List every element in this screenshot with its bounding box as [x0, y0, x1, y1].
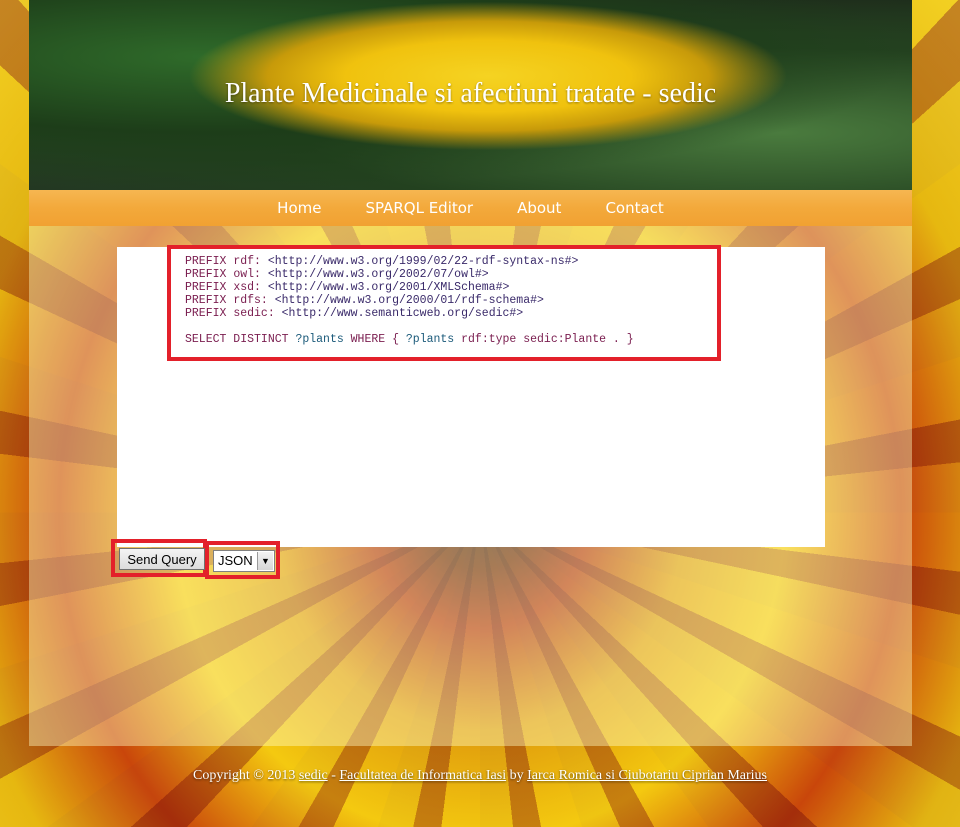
sparql-editor[interactable]: PREFIX rdf: <http://www.w3.org/1999/02/2… [117, 245, 825, 547]
prefix-line: PREFIX rdfs: <http://www.w3.org/2000/01/… [185, 294, 544, 307]
prefix-line: PREFIX owl: <http://www.w3.org/2002/07/o… [185, 268, 489, 281]
main-content: PREFIX rdf: <http://www.w3.org/1999/02/2… [29, 226, 912, 746]
footer: Copyright © 2013 sedic - Facultatea de I… [0, 768, 960, 784]
footer-by: by [509, 768, 524, 783]
footer-link-authors[interactable]: Iarca Romica si Ciubotariu Ciprian Mariu… [527, 768, 767, 783]
site-title: Plante Medicinale si afectiuni tratate -… [224, 78, 717, 109]
nav-sparql-editor[interactable]: SPARQL Editor [343, 190, 495, 226]
prefix-line: PREFIX rdf: <http://www.w3.org/1999/02/2… [185, 255, 579, 268]
nav-contact[interactable]: Contact [583, 190, 685, 226]
footer-copyright: Copyright © 2013 [193, 768, 296, 783]
prefix-line: PREFIX sedic: <http://www.semanticweb.or… [185, 307, 524, 320]
chevron-down-icon[interactable]: ▼ [257, 552, 273, 570]
page-container: Plante Medicinale si afectiuni tratate -… [29, 0, 912, 746]
footer-link-faculty[interactable]: Facultatea de Informatica Iasi [339, 768, 506, 783]
send-query-button[interactable]: Send Query [119, 548, 205, 570]
format-select-value: JSON [218, 553, 253, 568]
send-query-highlight: Send Query [111, 539, 207, 577]
format-select-highlight: JSON ▼ [205, 541, 280, 579]
nav-home[interactable]: Home [255, 190, 343, 226]
prefix-line: PREFIX xsd: <http://www.w3.org/2001/XMLS… [185, 281, 510, 294]
format-select[interactable]: JSON ▼ [213, 550, 275, 572]
header-banner: Plante Medicinale si afectiuni tratate -… [29, 0, 912, 190]
select-line: SELECT DISTINCT ?plants WHERE { ?plants … [185, 333, 634, 346]
footer-separator: - [331, 768, 336, 783]
footer-link-sedic[interactable]: sedic [299, 768, 328, 783]
main-nav: Home SPARQL Editor About Contact [29, 190, 912, 226]
nav-about[interactable]: About [495, 190, 583, 226]
query-code[interactable]: PREFIX rdf: <http://www.w3.org/1999/02/2… [167, 245, 721, 361]
